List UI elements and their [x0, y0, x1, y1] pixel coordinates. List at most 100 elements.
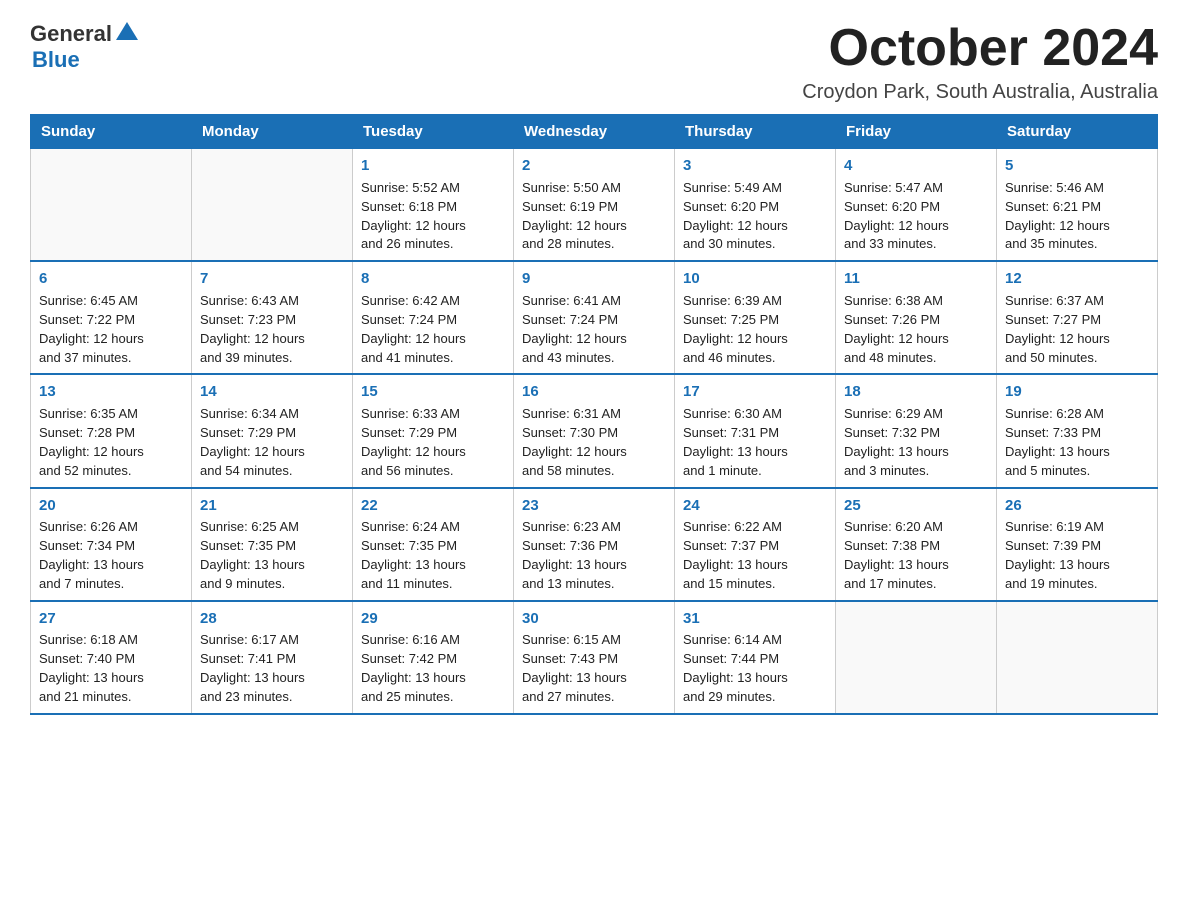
table-row	[192, 149, 353, 262]
day-number: 7	[200, 268, 344, 290]
table-row: 21Sunrise: 6:25 AM Sunset: 7:35 PM Dayli…	[192, 488, 353, 601]
day-number: 28	[200, 608, 344, 630]
table-row: 29Sunrise: 6:16 AM Sunset: 7:42 PM Dayli…	[353, 601, 514, 714]
day-number: 17	[683, 381, 827, 403]
table-row: 6Sunrise: 6:45 AM Sunset: 7:22 PM Daylig…	[31, 261, 192, 374]
col-saturday: Saturday	[997, 115, 1158, 149]
table-row: 14Sunrise: 6:34 AM Sunset: 7:29 PM Dayli…	[192, 374, 353, 487]
table-row: 12Sunrise: 6:37 AM Sunset: 7:27 PM Dayli…	[997, 261, 1158, 374]
day-info: Sunrise: 6:24 AM Sunset: 7:35 PM Dayligh…	[361, 518, 505, 593]
day-info: Sunrise: 6:33 AM Sunset: 7:29 PM Dayligh…	[361, 405, 505, 480]
table-row: 15Sunrise: 6:33 AM Sunset: 7:29 PM Dayli…	[353, 374, 514, 487]
col-tuesday: Tuesday	[353, 115, 514, 149]
day-info: Sunrise: 6:16 AM Sunset: 7:42 PM Dayligh…	[361, 631, 505, 706]
day-info: Sunrise: 6:25 AM Sunset: 7:35 PM Dayligh…	[200, 518, 344, 593]
table-row: 19Sunrise: 6:28 AM Sunset: 7:33 PM Dayli…	[997, 374, 1158, 487]
day-number: 14	[200, 381, 344, 403]
col-friday: Friday	[836, 115, 997, 149]
day-number: 23	[522, 495, 666, 517]
table-row	[997, 601, 1158, 714]
day-number: 26	[1005, 495, 1149, 517]
calendar-week-row: 20Sunrise: 6:26 AM Sunset: 7:34 PM Dayli…	[31, 488, 1158, 601]
page-header: General Blue October 2024 Croydon Park, …	[30, 20, 1158, 104]
table-row: 26Sunrise: 6:19 AM Sunset: 7:39 PM Dayli…	[997, 488, 1158, 601]
col-thursday: Thursday	[675, 115, 836, 149]
logo: General Blue	[30, 20, 138, 73]
col-monday: Monday	[192, 115, 353, 149]
day-info: Sunrise: 6:43 AM Sunset: 7:23 PM Dayligh…	[200, 292, 344, 367]
table-row: 30Sunrise: 6:15 AM Sunset: 7:43 PM Dayli…	[514, 601, 675, 714]
title-area: October 2024 Croydon Park, South Austral…	[802, 20, 1158, 104]
day-number: 19	[1005, 381, 1149, 403]
day-info: Sunrise: 6:23 AM Sunset: 7:36 PM Dayligh…	[522, 518, 666, 593]
table-row: 22Sunrise: 6:24 AM Sunset: 7:35 PM Dayli…	[353, 488, 514, 601]
day-info: Sunrise: 6:29 AM Sunset: 7:32 PM Dayligh…	[844, 405, 988, 480]
day-number: 13	[39, 381, 183, 403]
day-number: 11	[844, 268, 988, 290]
calendar-week-row: 6Sunrise: 6:45 AM Sunset: 7:22 PM Daylig…	[31, 261, 1158, 374]
day-info: Sunrise: 6:45 AM Sunset: 7:22 PM Dayligh…	[39, 292, 183, 367]
table-row: 24Sunrise: 6:22 AM Sunset: 7:37 PM Dayli…	[675, 488, 836, 601]
day-info: Sunrise: 6:19 AM Sunset: 7:39 PM Dayligh…	[1005, 518, 1149, 593]
calendar-header-row: Sunday Monday Tuesday Wednesday Thursday…	[31, 115, 1158, 149]
day-info: Sunrise: 6:34 AM Sunset: 7:29 PM Dayligh…	[200, 405, 344, 480]
day-info: Sunrise: 5:46 AM Sunset: 6:21 PM Dayligh…	[1005, 179, 1149, 254]
location-title: Croydon Park, South Australia, Australia	[802, 81, 1158, 104]
table-row: 20Sunrise: 6:26 AM Sunset: 7:34 PM Dayli…	[31, 488, 192, 601]
table-row: 17Sunrise: 6:30 AM Sunset: 7:31 PM Dayli…	[675, 374, 836, 487]
day-number: 8	[361, 268, 505, 290]
col-wednesday: Wednesday	[514, 115, 675, 149]
day-number: 29	[361, 608, 505, 630]
day-info: Sunrise: 6:17 AM Sunset: 7:41 PM Dayligh…	[200, 631, 344, 706]
day-info: Sunrise: 6:20 AM Sunset: 7:38 PM Dayligh…	[844, 518, 988, 593]
day-info: Sunrise: 6:28 AM Sunset: 7:33 PM Dayligh…	[1005, 405, 1149, 480]
table-row: 25Sunrise: 6:20 AM Sunset: 7:38 PM Dayli…	[836, 488, 997, 601]
day-number: 12	[1005, 268, 1149, 290]
day-number: 2	[522, 155, 666, 177]
day-info: Sunrise: 5:50 AM Sunset: 6:19 PM Dayligh…	[522, 179, 666, 254]
table-row: 1Sunrise: 5:52 AM Sunset: 6:18 PM Daylig…	[353, 149, 514, 262]
day-info: Sunrise: 6:37 AM Sunset: 7:27 PM Dayligh…	[1005, 292, 1149, 367]
day-info: Sunrise: 6:26 AM Sunset: 7:34 PM Dayligh…	[39, 518, 183, 593]
table-row	[31, 149, 192, 262]
day-number: 21	[200, 495, 344, 517]
table-row: 7Sunrise: 6:43 AM Sunset: 7:23 PM Daylig…	[192, 261, 353, 374]
logo-blue-text: Blue	[32, 47, 80, 73]
logo-general-text: General	[30, 21, 112, 47]
day-number: 4	[844, 155, 988, 177]
table-row	[836, 601, 997, 714]
day-number: 5	[1005, 155, 1149, 177]
day-number: 10	[683, 268, 827, 290]
calendar-table: Sunday Monday Tuesday Wednesday Thursday…	[30, 114, 1158, 715]
day-info: Sunrise: 6:42 AM Sunset: 7:24 PM Dayligh…	[361, 292, 505, 367]
day-number: 31	[683, 608, 827, 630]
table-row: 18Sunrise: 6:29 AM Sunset: 7:32 PM Dayli…	[836, 374, 997, 487]
day-info: Sunrise: 6:41 AM Sunset: 7:24 PM Dayligh…	[522, 292, 666, 367]
day-info: Sunrise: 5:47 AM Sunset: 6:20 PM Dayligh…	[844, 179, 988, 254]
day-info: Sunrise: 6:14 AM Sunset: 7:44 PM Dayligh…	[683, 631, 827, 706]
table-row: 23Sunrise: 6:23 AM Sunset: 7:36 PM Dayli…	[514, 488, 675, 601]
table-row: 10Sunrise: 6:39 AM Sunset: 7:25 PM Dayli…	[675, 261, 836, 374]
calendar-week-row: 27Sunrise: 6:18 AM Sunset: 7:40 PM Dayli…	[31, 601, 1158, 714]
table-row: 3Sunrise: 5:49 AM Sunset: 6:20 PM Daylig…	[675, 149, 836, 262]
table-row: 4Sunrise: 5:47 AM Sunset: 6:20 PM Daylig…	[836, 149, 997, 262]
day-number: 25	[844, 495, 988, 517]
table-row: 8Sunrise: 6:42 AM Sunset: 7:24 PM Daylig…	[353, 261, 514, 374]
table-row: 16Sunrise: 6:31 AM Sunset: 7:30 PM Dayli…	[514, 374, 675, 487]
day-number: 18	[844, 381, 988, 403]
table-row: 11Sunrise: 6:38 AM Sunset: 7:26 PM Dayli…	[836, 261, 997, 374]
table-row: 28Sunrise: 6:17 AM Sunset: 7:41 PM Dayli…	[192, 601, 353, 714]
day-number: 27	[39, 608, 183, 630]
day-number: 3	[683, 155, 827, 177]
day-number: 30	[522, 608, 666, 630]
day-number: 6	[39, 268, 183, 290]
day-info: Sunrise: 6:35 AM Sunset: 7:28 PM Dayligh…	[39, 405, 183, 480]
table-row: 2Sunrise: 5:50 AM Sunset: 6:19 PM Daylig…	[514, 149, 675, 262]
day-number: 1	[361, 155, 505, 177]
table-row: 5Sunrise: 5:46 AM Sunset: 6:21 PM Daylig…	[997, 149, 1158, 262]
day-info: Sunrise: 6:22 AM Sunset: 7:37 PM Dayligh…	[683, 518, 827, 593]
table-row: 31Sunrise: 6:14 AM Sunset: 7:44 PM Dayli…	[675, 601, 836, 714]
logo-triangle-icon	[116, 20, 138, 47]
day-info: Sunrise: 5:52 AM Sunset: 6:18 PM Dayligh…	[361, 179, 505, 254]
day-info: Sunrise: 6:39 AM Sunset: 7:25 PM Dayligh…	[683, 292, 827, 367]
